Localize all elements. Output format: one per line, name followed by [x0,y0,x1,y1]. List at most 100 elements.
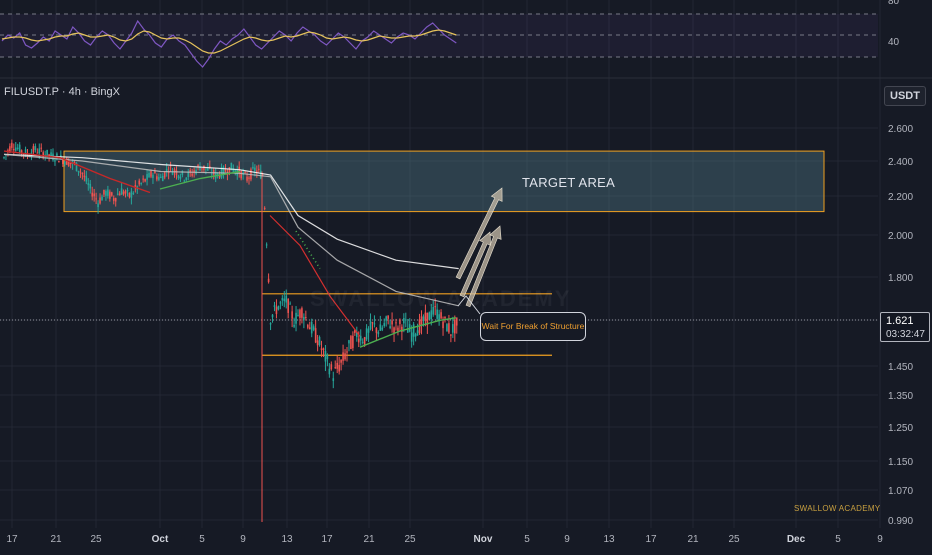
price-tick-label: 1.800 [888,273,913,284]
price-tick-label: 1.070 [888,486,913,497]
candle-body [112,198,115,201]
candle-body [254,167,256,172]
candle-body [379,324,382,331]
candle-body [144,179,146,182]
candle-body [56,153,58,156]
candle-body [54,160,56,162]
candle-body [330,364,333,370]
candle-body [277,306,280,310]
target-zone [63,150,825,213]
candle-body [316,340,319,346]
time-tick-label: 21 [363,534,375,545]
candle-body [79,171,82,173]
candle-body [63,161,66,165]
candle-body [97,203,99,208]
candle-body [107,189,109,196]
candle-body [442,321,444,329]
candle-body [350,336,352,350]
candle-body [395,322,397,324]
candle-body [338,364,340,372]
candle-body [114,197,117,202]
candle-body [36,152,39,154]
candle-body [267,278,270,283]
candle-body [297,314,299,316]
price-chart-svg[interactable]: 80 40 2.600 2.400 2.200 2.000 1.800 1.450 1.350 1… [0,0,932,550]
time-tick-label: 17 [645,534,657,545]
candle-body [124,190,127,194]
time-tick-label: 21 [687,534,699,545]
time-tick-label: 17 [6,534,18,545]
candle-body [156,176,158,180]
candle-body [291,311,293,319]
candle-body [69,162,72,164]
candle-body [352,335,354,349]
time-tick-label: 5 [199,534,205,545]
chart-area[interactable]: 80 40 2.600 2.400 2.200 2.000 1.800 1.450 1.350 1… [0,0,932,550]
candle-body [446,324,448,332]
candle-body [179,176,182,179]
candle-body [385,316,387,321]
price-tick-label: 0.990 [888,516,913,527]
candle-body [160,176,162,178]
candle-body [285,295,288,303]
candle-body [152,174,154,178]
price-tick-label: 1.150 [888,457,913,468]
candle-body [11,142,13,148]
time-tick-label: 25 [404,534,416,545]
candle-body [38,148,41,154]
candle-body [246,176,248,181]
symbol-label[interactable]: FILUSDT.P · 4h · BingX [4,86,120,98]
time-tick-label: Dec [787,534,806,545]
candle-body [83,175,86,178]
candle-body [128,192,131,198]
candle-body [85,176,88,182]
time-tick-label: Oct [152,534,169,545]
candle-body [373,323,376,325]
candle-body [77,170,80,173]
time-tick-label: Nov [474,534,493,545]
candle-body [58,160,60,163]
candle-body [334,367,337,369]
watermark-text: SWALLOW ACADEMY [310,286,572,311]
break-of-structure-callout[interactable]: Wait For Break of Structure [480,312,586,341]
candle-body [244,171,246,173]
candle-body [387,315,389,319]
candle-body [279,302,282,304]
candle-body [32,146,35,153]
candle-body [93,193,95,197]
current-price: 1.621 [886,315,914,327]
candle-body [440,312,442,319]
price-tick-label: 2.200 [888,192,913,203]
candle-body [344,353,346,360]
candle-body [224,169,227,172]
candle-body [116,193,119,195]
candle-body [299,309,301,318]
time-tick-label: 25 [90,534,102,545]
candle-body [18,144,21,153]
candle-body [281,298,284,301]
time-tick-label: 21 [50,534,62,545]
brand-footer: SWALLOW ACADEMY [794,504,881,513]
candle-body [377,332,380,335]
candle-body [383,323,386,327]
currency-button[interactable]: USDT [884,86,926,106]
candle-body [369,321,372,330]
bar-countdown: 03:32:47 [886,329,925,340]
candle-body [287,298,289,313]
candle-body [405,319,407,321]
candle-body [410,332,413,342]
candle-body [265,244,268,246]
candle-body [336,362,338,369]
candle-body [422,316,425,322]
candle-body [263,207,266,210]
candle-body [375,327,378,333]
time-tick-label: 9 [877,534,883,545]
candle-body [126,189,129,191]
price-tick-label: 1.450 [888,362,913,373]
rsi-tick-label: 80 [888,0,900,7]
candle-body [393,327,395,334]
time-tick-label: 9 [564,534,570,545]
candle-body [403,318,405,324]
price-tick-label: 1.250 [888,423,913,434]
time-tick-label: 5 [835,534,841,545]
